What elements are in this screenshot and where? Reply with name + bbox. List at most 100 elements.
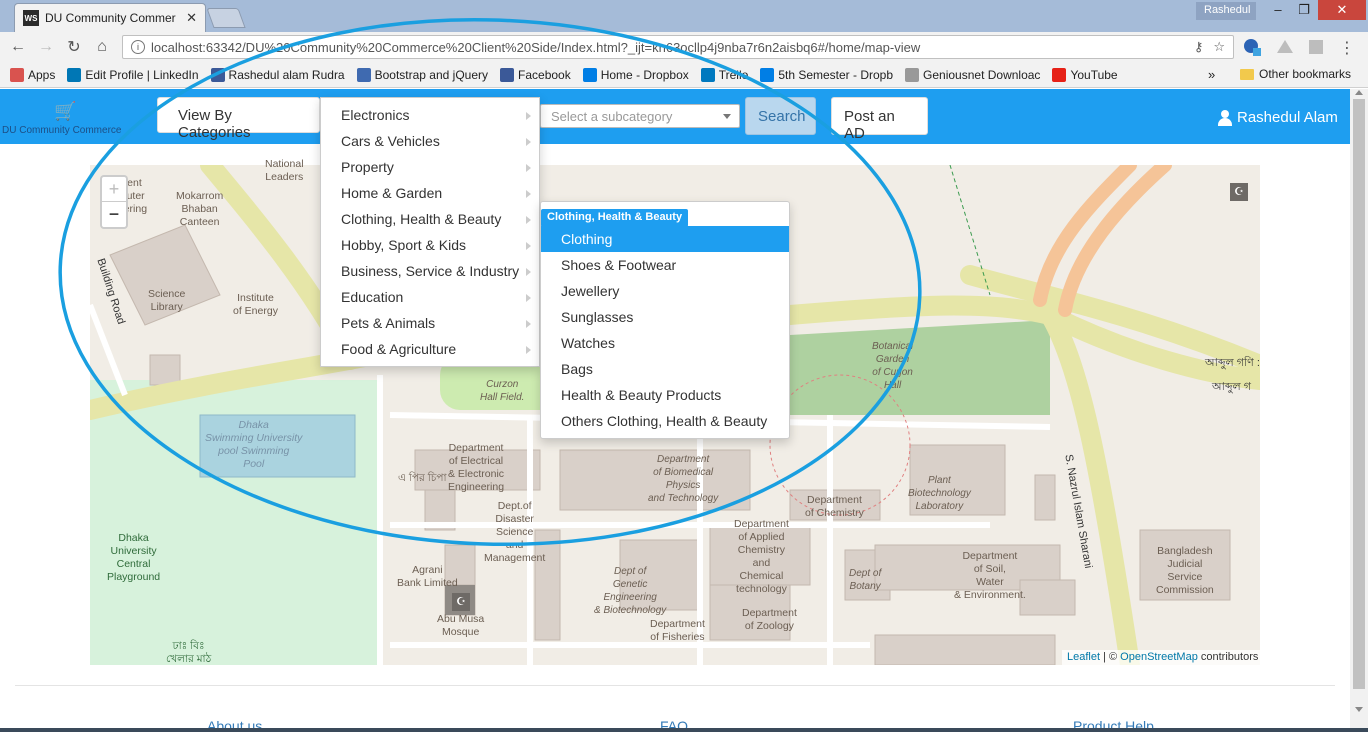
zoom-in-button[interactable]: + bbox=[102, 177, 126, 202]
chevron-down-icon bbox=[723, 114, 731, 119]
category-menu-item[interactable]: Property bbox=[321, 155, 539, 181]
bookmark-item[interactable]: Rashedul alam Rudra bbox=[210, 67, 345, 82]
bookmark-item[interactable]: Home - Dropbox bbox=[582, 67, 689, 82]
scroll-thumb[interactable] bbox=[1353, 99, 1365, 689]
scroll-down-arrow-icon[interactable] bbox=[1355, 707, 1363, 712]
bookmark-item[interactable]: Edit Profile | LinkedIn bbox=[67, 67, 199, 82]
category-menu-item[interactable]: Electronics bbox=[321, 103, 539, 129]
osm-link[interactable]: OpenStreetMap bbox=[1120, 651, 1198, 663]
category-menu-item[interactable]: Pets & Animals bbox=[321, 311, 539, 337]
page-scrollbar[interactable] bbox=[1350, 89, 1368, 732]
trello-icon bbox=[700, 67, 715, 82]
minimize-button[interactable]: – bbox=[1264, 0, 1292, 20]
key-icon[interactable]: ⚷ bbox=[1194, 39, 1204, 55]
category-menu-item[interactable]: Education bbox=[321, 285, 539, 311]
extension-icon[interactable] bbox=[1243, 38, 1261, 56]
chevron-right-icon bbox=[526, 138, 531, 146]
category-label: Hobby, Sport & Kids bbox=[341, 237, 467, 253]
maximize-button[interactable]: ❐ bbox=[1290, 0, 1318, 20]
bookmark-label: Apps bbox=[28, 67, 56, 82]
map-road-label: আব্দুল গণি : bbox=[1205, 357, 1260, 369]
facebook-icon bbox=[500, 67, 515, 82]
category-menu-item[interactable]: Hobby, Sport & Kids bbox=[321, 233, 539, 259]
post-ad-button[interactable]: Post an AD bbox=[831, 97, 928, 142]
subcategory-menu-item[interactable]: Health & Beauty Products bbox=[541, 382, 789, 408]
zoom-out-button[interactable]: − bbox=[102, 202, 126, 227]
mosque-marker-icon: ☪ bbox=[452, 593, 470, 611]
reload-icon[interactable]: ↻ bbox=[60, 37, 88, 57]
subcategory-menu-item[interactable]: Others Clothing, Health & Beauty bbox=[541, 408, 789, 434]
category-menu-item[interactable]: Clothing, Health & Beauty bbox=[321, 207, 539, 233]
chevron-right-icon bbox=[526, 346, 531, 354]
subcategory-menu-item[interactable]: Sunglasses bbox=[541, 304, 789, 330]
webstorm-favicon-icon: WS bbox=[23, 10, 39, 26]
category-label: Food & Agriculture bbox=[341, 341, 457, 357]
browser-toolbar: ← → ↻ ⌂ i localhost:63342/DU%20Community… bbox=[0, 32, 1368, 62]
category-label: Education bbox=[341, 289, 404, 305]
window-close-button[interactable]: ✕ bbox=[1318, 0, 1366, 20]
site-logo[interactable]: 🛒 DU Community Commerce bbox=[0, 99, 155, 139]
menu-kebab-icon[interactable]: ⋮ bbox=[1338, 38, 1356, 57]
category-label: Home & Garden bbox=[341, 185, 443, 201]
map-label: Plant Biotechnology Laboratory bbox=[908, 475, 971, 512]
bookmarks-overflow-button[interactable]: » bbox=[1208, 67, 1215, 82]
map-attribution: Leaflet | © OpenStreetMap contributors bbox=[1062, 650, 1264, 665]
search-button[interactable]: Search bbox=[745, 97, 816, 135]
bookmark-item[interactable]: Trello bbox=[700, 67, 748, 82]
other-bookmarks-folder[interactable]: Other bookmarks bbox=[1240, 67, 1351, 81]
bookmark-label: YouTube bbox=[1070, 67, 1118, 82]
folder-icon bbox=[1240, 68, 1254, 80]
forward-arrow-icon[interactable]: → bbox=[32, 38, 60, 56]
category-menu-item[interactable]: Business, Service & Industry bbox=[321, 259, 539, 285]
subcategory-menu-item[interactable]: Clothing bbox=[541, 226, 789, 252]
bookmark-item[interactable]: 5th Semester - Dropb bbox=[760, 67, 894, 82]
bookmark-item[interactable]: Apps bbox=[10, 67, 56, 82]
subcategory-menu-item[interactable]: Watches bbox=[541, 330, 789, 356]
apps-grid-icon bbox=[10, 67, 24, 82]
category-menu-item[interactable]: Cars & Vehicles bbox=[321, 129, 539, 155]
bookmark-item[interactable]: YouTube bbox=[1052, 67, 1118, 82]
bookmark-label: 5th Semester - Dropb bbox=[778, 67, 894, 82]
bookmark-star-icon[interactable]: ☆ bbox=[1213, 39, 1225, 55]
tab-close-icon[interactable]: ✕ bbox=[186, 10, 197, 26]
chevron-right-icon bbox=[526, 242, 531, 250]
category-label: Property bbox=[341, 159, 394, 175]
other-bookmarks-label: Other bookmarks bbox=[1259, 67, 1352, 81]
back-arrow-icon[interactable]: ← bbox=[4, 38, 32, 56]
category-label: Electronics bbox=[341, 107, 410, 123]
subcategory-header: Clothing, Health & Beauty bbox=[541, 209, 689, 227]
subcategory-menu-item[interactable]: Jewellery bbox=[541, 278, 789, 304]
scroll-up-arrow-icon[interactable] bbox=[1355, 90, 1363, 95]
address-url: localhost:63342/DU%20Community%20Commerc… bbox=[151, 39, 921, 55]
category-label: Pets & Animals bbox=[341, 315, 436, 331]
bookmark-item[interactable]: Facebook bbox=[500, 67, 571, 82]
user-menu[interactable]: Rashedul Alam bbox=[1218, 109, 1338, 126]
bookmark-item[interactable]: Geniousnet Downloac bbox=[905, 67, 1040, 82]
view-by-categories-button[interactable]: View By Categories bbox=[157, 97, 320, 141]
map-label: ঢাঃ বিঃ খেলার মাঠ bbox=[166, 640, 212, 665]
site-info-icon[interactable]: i bbox=[131, 40, 145, 54]
category-menu-item[interactable]: Home & Garden bbox=[321, 181, 539, 207]
drive-extension-icon[interactable] bbox=[1276, 38, 1294, 56]
leaflet-link[interactable]: Leaflet bbox=[1067, 651, 1100, 663]
browser-title-bar: WS DU Community Commer ✕ Rashedul – ❐ ✕ bbox=[0, 0, 1368, 32]
bookmark-label: Home - Dropbox bbox=[600, 67, 689, 82]
os-taskbar bbox=[0, 728, 1368, 732]
profile-chip[interactable]: Rashedul bbox=[1196, 2, 1256, 20]
chevron-right-icon bbox=[526, 268, 531, 276]
category-menu-item[interactable]: Food & Agriculture bbox=[321, 337, 539, 363]
map-label: Abu Musa Mosque bbox=[437, 613, 485, 638]
new-tab-button[interactable] bbox=[206, 8, 246, 28]
subcategory-menu-item[interactable]: Shoes & Footwear bbox=[541, 252, 789, 278]
bookmark-item[interactable]: Bootstrap and jQuery bbox=[356, 67, 488, 82]
category-label: Cars & Vehicles bbox=[341, 133, 440, 149]
browser-tab-active[interactable]: WS DU Community Commer ✕ bbox=[14, 3, 206, 32]
extension-square-icon[interactable] bbox=[1307, 38, 1325, 56]
subcategory-select[interactable]: Select a subcategory bbox=[540, 104, 740, 128]
home-icon[interactable]: ⌂ bbox=[88, 38, 116, 56]
page-icon bbox=[905, 67, 920, 82]
address-bar[interactable]: i localhost:63342/DU%20Community%20Comme… bbox=[122, 35, 1234, 59]
map-road-label: আব্দুল গ bbox=[1212, 381, 1252, 393]
map-label: Dept of Genetic Engineering & Biotechnology bbox=[594, 566, 667, 616]
subcategory-menu-item[interactable]: Bags bbox=[541, 356, 789, 382]
